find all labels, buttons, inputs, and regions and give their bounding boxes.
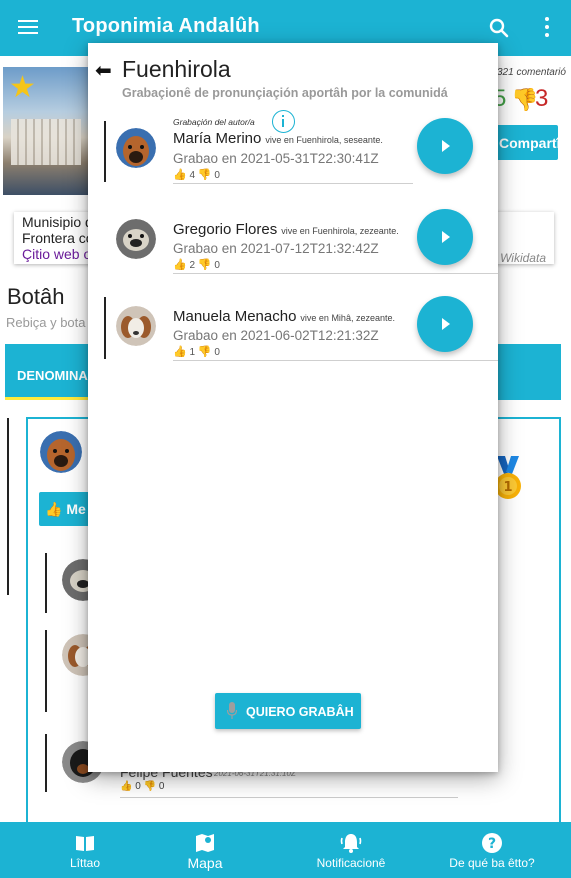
author-location: vive en Fuenhirola, seseante.: [265, 135, 383, 145]
author-location: vive en Fuenhirola, zezeante.: [281, 226, 399, 236]
votes-up-count: 0: [135, 781, 141, 792]
search-icon[interactable]: [487, 16, 511, 40]
book-icon: [76, 836, 94, 851]
author-name: Manuela Menacho: [173, 308, 297, 325]
info-card-source: r Wikidata: [492, 251, 546, 265]
author-location: vive en Mihâ, zezeante.: [300, 313, 395, 323]
dialog-title: Fuenhirola: [122, 56, 231, 82]
thread-line: [7, 418, 9, 595]
play-icon: [442, 140, 450, 152]
recordings-dialog: ⬅ Fuenhirola Grabaçionê de pronunçiaçión…: [88, 43, 498, 772]
recording-date: Grabao en 2021-05-31T22:30:41Z: [173, 151, 379, 166]
help-icon: ?: [482, 833, 502, 853]
microphone-icon: [227, 702, 237, 719]
comments-count: 321 comentarió: [497, 67, 566, 78]
nav-label: Notificacionê: [316, 856, 386, 870]
back-arrow-icon[interactable]: ⬅: [95, 61, 112, 81]
thumb-up-icon[interactable]: 👍: [173, 259, 187, 271]
bell-icon: [340, 834, 362, 853]
dialog-subtitle: Grabaçionê de pronunçiaçión aportâh por …: [122, 86, 448, 100]
play-button[interactable]: [417, 118, 473, 174]
tab-denominations[interactable]: DENOMINA: [17, 368, 88, 383]
svg-text:?: ?: [488, 836, 496, 852]
thumb-up-icon: 👍: [45, 501, 67, 517]
thread-line: [104, 297, 106, 359]
thread-line: [45, 553, 47, 613]
avatar: [116, 128, 156, 168]
felipe-votes: 👍 0 👎 0: [120, 781, 164, 792]
votes-up-count: 1: [189, 347, 196, 358]
thumb-down-icon[interactable]: 👎: [198, 169, 212, 181]
record-button[interactable]: QUIERO GRABÂH: [215, 693, 361, 729]
votes-down-count: 0: [214, 347, 220, 358]
section-heading: Botâh: [7, 284, 65, 309]
avatar: [40, 431, 82, 473]
more-options-icon[interactable]: [541, 17, 553, 41]
recording-votes: 👍 4 👎 0: [173, 168, 220, 181]
recording-votes: 👍 1 👎 0: [173, 345, 220, 358]
play-button[interactable]: [417, 296, 473, 352]
recording-item: Manuela Menacho vive en Mihâ, zezeante. G…: [88, 290, 498, 365]
recording-author: Gregorio Flores vive en Fuenhirola, zezea…: [173, 221, 399, 238]
divider: [120, 797, 458, 798]
tab-indicator: [5, 397, 90, 400]
thumb-down-icon[interactable]: 👎: [198, 346, 212, 358]
recording-votes: 👍 2 👎 0: [173, 258, 220, 271]
recording-author: Manuela Menacho vive en Mihâ, zezeante.: [173, 308, 395, 325]
like-label: Me: [66, 501, 86, 517]
share-button[interactable]: Compartîh: [493, 125, 558, 160]
play-icon: [442, 231, 450, 243]
votes-down-count: 0: [214, 260, 220, 271]
thumb-up-icon[interactable]: 👍: [173, 169, 187, 181]
nav-label: Mapa: [187, 855, 223, 871]
place-photo: ★: [3, 67, 89, 195]
votes-up-count: 2: [189, 260, 196, 271]
favorite-star-icon[interactable]: ★: [9, 73, 36, 103]
avatar: [116, 306, 156, 346]
votes-down-count: 0: [158, 781, 165, 792]
thumb-down-icon[interactable]: 👎: [144, 781, 156, 792]
recording-author: María Merino vive en Fuenhirola, seseante…: [173, 130, 383, 147]
nav-item-map[interactable]: Mapa: [165, 822, 245, 878]
map-icon: [196, 834, 214, 852]
thread-line: [45, 734, 47, 792]
menu-icon[interactable]: [18, 17, 38, 39]
nav-label: Lîttao: [69, 856, 101, 870]
author-name: María Merino: [173, 130, 262, 147]
section-subheading: Rebiça y bota: [6, 315, 86, 330]
thumb-down-icon[interactable]: 👎: [198, 259, 212, 271]
divider: [173, 273, 498, 274]
divider: [173, 183, 413, 184]
bottom-navigation: Lîttao Mapa Notificacionê ? De qué ba êt…: [0, 822, 571, 878]
author-recording-label: Grabaçión del autor/a: [173, 117, 255, 127]
avatar: [116, 219, 156, 259]
play-button[interactable]: [417, 209, 473, 265]
nav-item-help[interactable]: ? De qué ba êtto?: [442, 822, 542, 878]
svg-text:1: 1: [503, 480, 512, 495]
votes-up-count: 4: [189, 170, 196, 181]
nav-item-notifications[interactable]: Notificacionê: [306, 822, 396, 878]
thread-line: [104, 121, 106, 182]
place-votes: 5 👎 3: [493, 85, 548, 113]
votes-down-count: 0: [214, 170, 220, 181]
app-title: Toponimia Andalûh: [72, 15, 260, 37]
thumb-down-icon[interactable]: 👎: [511, 87, 538, 113]
photo-buildings: [11, 119, 81, 165]
thumb-up-icon[interactable]: 👍: [173, 346, 187, 358]
like-button[interactable]: 👍 Me: [39, 492, 95, 526]
recording-item: Grabaçión del autor/a María Merino vive e…: [88, 110, 498, 193]
thumb-up-icon[interactable]: 👍: [120, 781, 132, 792]
recording-date: Grabao en 2021-07-12T21:32:42Z: [173, 241, 379, 256]
record-button-label: QUIERO GRABÂH: [246, 705, 354, 719]
play-icon: [442, 318, 450, 330]
recording-date: Grabao en 2021-06-02T12:21:32Z: [173, 328, 379, 343]
recording-item: Gregorio Flores vive en Fuenhirola, zezea…: [88, 203, 498, 278]
nav-item-list[interactable]: Lîttao: [45, 822, 125, 878]
divider: [173, 360, 498, 361]
thread-line: [45, 630, 47, 712]
nav-label: De qué ba êtto?: [449, 856, 535, 870]
author-name: Gregorio Flores: [173, 221, 278, 238]
